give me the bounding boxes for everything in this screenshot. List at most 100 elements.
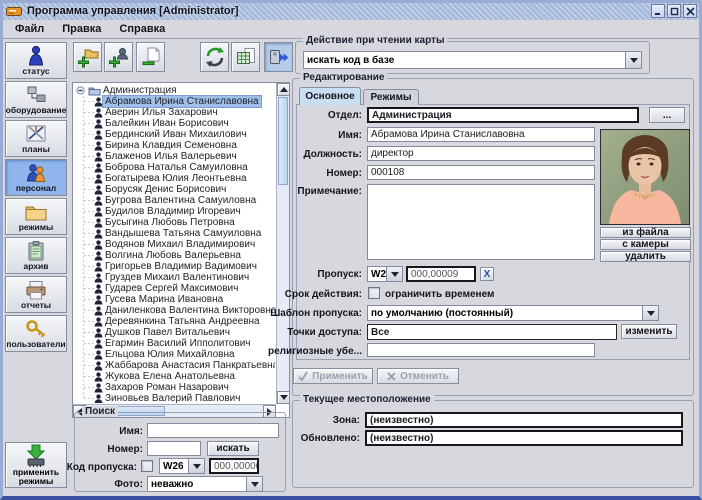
tree-person-row[interactable]: Борусяк Денис Борисович xyxy=(74,184,275,195)
name-field[interactable]: Абрамова Ирина Станиславовна xyxy=(367,127,595,142)
tree-person-row[interactable]: Жукова Елена Анатольевна xyxy=(74,371,275,382)
add-person-button[interactable] xyxy=(104,42,133,72)
refresh-button[interactable] xyxy=(200,42,229,72)
sidebar-item-equipment[interactable]: оборудование xyxy=(5,81,67,118)
chevron-down-icon[interactable] xyxy=(625,52,641,68)
access-change-button[interactable]: изменить xyxy=(621,324,677,339)
minimize-button[interactable] xyxy=(651,4,665,18)
tree-root-row[interactable]: Администрация xyxy=(74,85,275,96)
tab-main[interactable]: Основное xyxy=(299,87,361,105)
tree-person-row[interactable]: Вандышева Татьяна Самуиловна xyxy=(74,228,275,239)
cancel-button[interactable]: Отменить xyxy=(377,368,459,384)
search-button[interactable]: искать xyxy=(207,441,259,456)
dept-more-button[interactable]: ... xyxy=(649,107,685,123)
number-field[interactable]: 000108 xyxy=(367,165,595,180)
tree-expand-knob-icon[interactable] xyxy=(76,86,85,95)
photo-from-camera-button[interactable]: с камеры xyxy=(600,239,691,250)
tree-person-row[interactable]: Даниленкова Валентина Викторовна xyxy=(74,305,275,316)
person-icon xyxy=(94,394,103,404)
tree-person-row[interactable]: Деревянкина Татьяна Андреевна xyxy=(74,316,275,327)
tree-person-row[interactable]: Бугрова Валентина Самуиловна xyxy=(74,195,275,206)
sidebar-item-users[interactable]: пользователи xyxy=(5,315,67,352)
card-action-select[interactable]: искать код в базе xyxy=(303,51,642,69)
person-icon xyxy=(94,339,103,349)
tree-branch-line xyxy=(84,299,94,300)
search-number-input[interactable] xyxy=(147,441,201,456)
access-field[interactable]: Все xyxy=(367,324,617,340)
tree-person-row[interactable]: Жаббарова Анастасия Панкратьевна xyxy=(74,360,275,371)
chevron-down-icon[interactable] xyxy=(246,477,262,491)
maximize-button[interactable] xyxy=(667,4,681,18)
pass-clear-button[interactable]: X xyxy=(480,267,494,281)
photo-delete-button[interactable]: удалить xyxy=(600,251,691,262)
tree-person-row[interactable]: Зиновьев Валерий Павлович xyxy=(74,393,275,403)
tree-person-row[interactable]: Богатырева Юлия Леонтьевна xyxy=(74,173,275,184)
tree-person-row[interactable]: Волгина Любовь Валерьевна xyxy=(74,250,275,261)
menu-help[interactable]: Справка xyxy=(110,21,174,37)
sidebar-item-plans[interactable]: планы xyxy=(5,120,67,157)
search-pass-format-select[interactable]: W26 xyxy=(159,458,205,474)
sidebar-item-modes[interactable]: режимы xyxy=(5,198,67,235)
app-window: Программа управления [Administrator] Фай… xyxy=(0,0,702,500)
card-read-button[interactable] xyxy=(264,42,293,72)
tree-person-row[interactable]: Захаров Роман Назарович xyxy=(74,382,275,393)
tree-person-row[interactable]: Блаженов Илья Валерьевич xyxy=(74,151,275,162)
tree-branch-line xyxy=(84,288,94,289)
tree-person-row[interactable]: Егармин Василий Ипполитович xyxy=(74,338,275,349)
dept-field[interactable]: Администрация xyxy=(367,107,639,123)
tree-person-row[interactable]: Балейкин Иван Борисович xyxy=(74,118,275,129)
validity-option-label[interactable]: ограничить временем xyxy=(385,289,494,300)
add-group-button[interactable] xyxy=(73,42,102,72)
tree-person-row[interactable]: Будилов Владимир Игоревич xyxy=(74,206,275,217)
apply-button[interactable]: Применить xyxy=(293,368,373,384)
export-button[interactable] xyxy=(231,42,260,72)
tab-modes[interactable]: Режимы xyxy=(363,89,419,105)
tree-person-row[interactable]: Гусева Марина Ивановна xyxy=(74,294,275,305)
chevron-down-icon[interactable] xyxy=(188,459,204,473)
search-passcode-checkbox[interactable] xyxy=(141,460,153,472)
sidebar-item-personnel[interactable]: персонал xyxy=(5,159,67,196)
note-textarea[interactable] xyxy=(367,184,595,260)
search-photo-select[interactable]: неважно xyxy=(147,476,263,492)
tree-person-row[interactable]: Ельцова Юлия Михайловна xyxy=(74,349,275,360)
position-field[interactable]: директор xyxy=(367,146,595,161)
religion-field[interactable] xyxy=(367,343,595,357)
sidebar-item-status[interactable]: статус xyxy=(5,42,67,79)
name-label: Имя: xyxy=(338,130,362,141)
tree-person-row[interactable]: Бусыгина Любовь Петровна xyxy=(74,217,275,228)
search-name-input[interactable] xyxy=(147,423,279,438)
tree-person-row[interactable]: Боброва Наталья Самуиловна xyxy=(74,162,275,173)
chevron-down-icon[interactable] xyxy=(386,267,402,281)
tree-person-row[interactable]: Душков Павел Витальевич xyxy=(74,327,275,338)
tree-person-row[interactable]: Абрамова Ирина Станиславовна xyxy=(74,96,275,107)
validity-checkbox[interactable] xyxy=(368,287,380,299)
template-select[interactable]: по умолчанию (постоянный) xyxy=(367,305,659,321)
scroll-down-icon[interactable] xyxy=(277,391,290,404)
menu-file[interactable]: Файл xyxy=(6,21,53,37)
remove-button[interactable] xyxy=(136,42,165,72)
sidebar-item-archive[interactable]: архив xyxy=(5,237,67,274)
tree-person-row[interactable]: Водянов Михаил Владимирович xyxy=(74,239,275,250)
tree-branch-line xyxy=(84,233,94,234)
apply-modes-button[interactable]: применить режимы xyxy=(5,442,67,488)
portrait-image xyxy=(601,130,689,224)
sidebar-item-reports[interactable]: отчеты xyxy=(5,276,67,313)
tree-person-row[interactable]: Бердинский Иван Михаилович xyxy=(74,129,275,140)
tree-person-row[interactable]: Бирина Клавдия Семеновна xyxy=(74,140,275,151)
tree-person-row[interactable]: Аверин Илья Захарович xyxy=(74,107,275,118)
menu-edit[interactable]: Правка xyxy=(53,21,110,37)
scroll-up-icon[interactable] xyxy=(277,83,290,96)
position-label: Должность: xyxy=(303,149,362,160)
photo-from-file-button[interactable]: из файла xyxy=(600,227,691,238)
title-bar[interactable]: Программа управления [Administrator] xyxy=(2,2,700,20)
search-passcode-input[interactable]: 000,00000 xyxy=(209,458,259,474)
pass-code-input[interactable]: 000,00009 xyxy=(406,266,476,282)
chevron-down-icon[interactable] xyxy=(642,306,658,320)
pass-format-select[interactable]: W26 xyxy=(367,266,403,282)
vertical-scroll-thumb[interactable] xyxy=(278,97,288,185)
tree-person-row[interactable]: Гударев Сергей Максимович xyxy=(74,283,275,294)
tree-branch-line xyxy=(84,156,94,157)
tree-person-row[interactable]: Григорьев Владимир Вадимович xyxy=(74,261,275,272)
tree-person-row[interactable]: Груздев Михаил Валентинович xyxy=(74,272,275,283)
close-button[interactable] xyxy=(683,4,697,18)
